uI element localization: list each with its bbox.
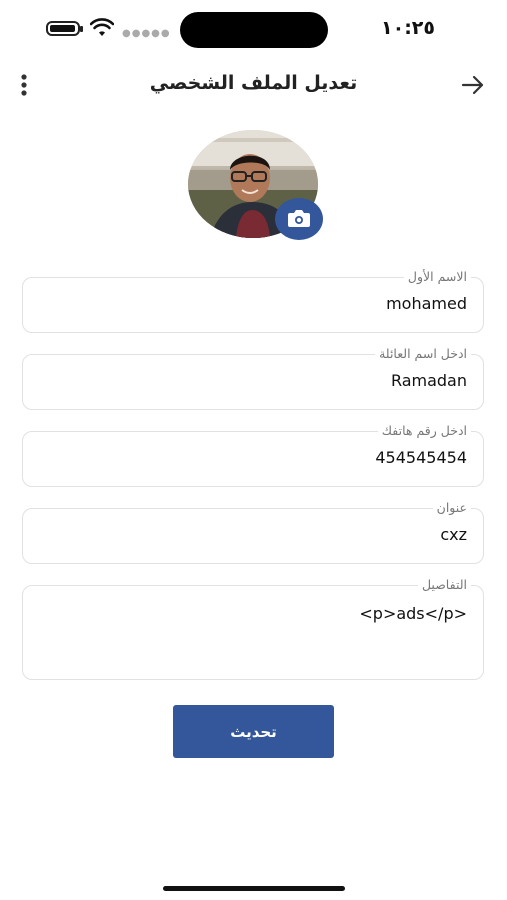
signal-dots-icon: ●●●●● — [122, 28, 171, 39]
arrow-right-icon[interactable] — [460, 72, 486, 98]
address-label: عنوان — [432, 500, 471, 516]
status-bar: ●●●●● ١٠:٢٥ — [0, 0, 507, 60]
details-value: <p>ads</p> — [359, 604, 467, 623]
address-value: cxz — [440, 525, 467, 544]
first-name-label: الاسم الأول — [403, 269, 471, 285]
phone-field[interactable]: ادخل رقم هاتفك 454545454 — [22, 423, 484, 487]
dynamic-island — [180, 12, 328, 48]
app-header: تعديل الملف الشخصي — [0, 62, 507, 108]
phone-value: 454545454 — [375, 448, 467, 467]
phone-label: ادخل رقم هاتفك — [377, 423, 471, 439]
details-textarea[interactable]: التفاصيل <p>ads</p> — [22, 577, 484, 680]
details-label: التفاصيل — [417, 577, 471, 593]
last-name-label: ادخل اسم العائلة — [375, 346, 471, 362]
wifi-icon — [90, 18, 114, 36]
home-indicator — [163, 886, 345, 891]
battery-icon — [46, 21, 83, 36]
address-field[interactable]: عنوان cxz — [22, 500, 484, 564]
change-photo-button[interactable] — [275, 198, 323, 240]
status-time: ١٠:٢٥ — [381, 17, 435, 39]
camera-icon — [288, 210, 310, 227]
page-title: تعديل الملف الشخصي — [149, 72, 358, 94]
first-name-value: mohamed — [386, 294, 467, 313]
last-name-field[interactable]: ادخل اسم العائلة Ramadan — [22, 346, 484, 410]
update-button[interactable]: تحديث — [173, 705, 334, 758]
first-name-field[interactable]: الاسم الأول mohamed — [22, 269, 484, 333]
last-name-value: Ramadan — [390, 371, 467, 390]
